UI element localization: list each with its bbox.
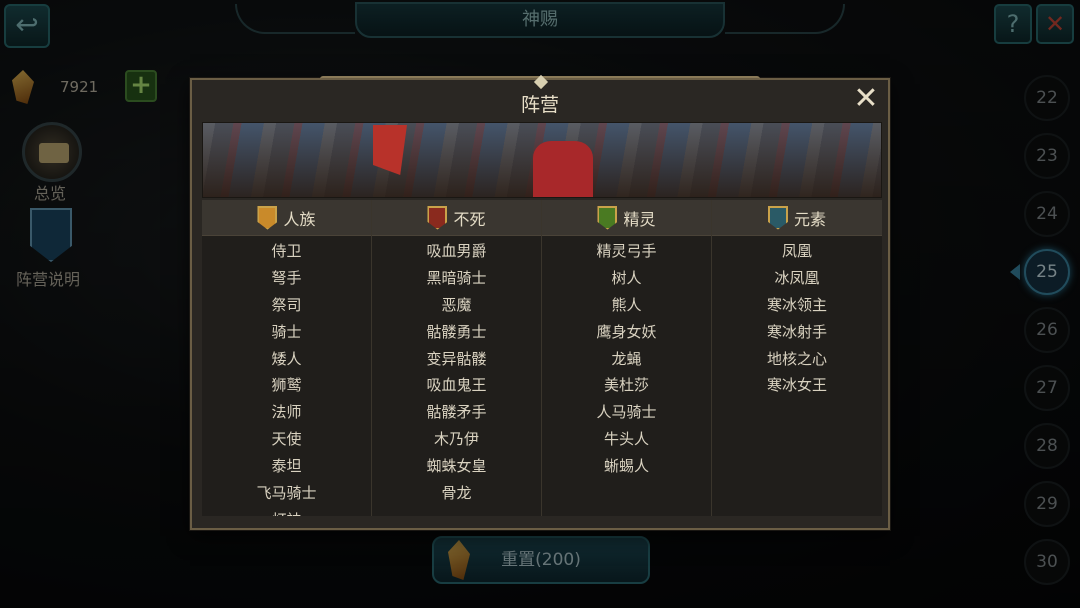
unit-list-item: 树人 — [611, 268, 642, 287]
unit-list-item: 木乃伊 — [433, 430, 479, 449]
unit-list-item: 吸血男爵 — [426, 242, 487, 260]
unit-list-item: 天使 — [271, 430, 302, 449]
unit-list-item: 鹰身女妖 — [596, 322, 657, 341]
unit-list-item: 变异骷髅 — [426, 349, 487, 368]
unit-list-item: 牛头人 — [603, 430, 649, 449]
unit-list-item: 弩手 — [271, 268, 302, 287]
faction-banner-image — [202, 122, 882, 198]
unit-list-item: 地核之心 — [766, 349, 827, 368]
unit-list-item: 精灵弓手 — [596, 242, 657, 260]
unit-list-item: 龙蝇 — [611, 349, 642, 368]
faction-modal: 阵营 ✕ 人族 侍卫 弩手 祭司 骑士 矮人 狮鹫 法师 天使 泰坦 飞马骑士 … — [190, 74, 890, 530]
column-header-label: 不死 — [453, 209, 486, 229]
faction-table: 人族 侍卫 弩手 祭司 骑士 矮人 狮鹫 法师 天使 泰坦 飞马骑士 灯神 不死 — [202, 200, 882, 516]
unit-list-item: 蜥蜴人 — [603, 457, 649, 476]
unit-list-item: 黑暗骑士 — [426, 268, 487, 287]
modal-close-button[interactable]: ✕ — [852, 84, 880, 114]
unit-list-item: 祭司 — [271, 295, 302, 314]
faction-column-element: 元素 凤凰 冰凤凰 寒冰领主 寒冰射手 地核之心 寒冰女王 — [712, 200, 882, 516]
unit-list-item: 泰坦 — [271, 457, 302, 476]
unit-list-item: 熊人 — [611, 295, 642, 314]
faction-column-undead: 不死 吸血男爵 黑暗骑士 恶魔 骷髅勇士 变异骷髅 吸血鬼王 骷髅矛手 木乃伊 … — [372, 200, 542, 516]
unit-list-item: 寒冰射手 — [766, 322, 827, 341]
column-header: 元素 — [712, 200, 882, 236]
unit-list-item: 法师 — [271, 403, 302, 422]
unit-list-item: 侍卫 — [271, 242, 302, 260]
unit-list-item: 蜘蛛女皇 — [426, 457, 487, 476]
unit-list-item: 寒冰女王 — [766, 376, 827, 395]
undead-faction-icon — [427, 205, 448, 230]
column-header: 精灵 — [542, 200, 711, 236]
close-x-icon: ✕ — [853, 81, 879, 116]
unit-list-item: 凤凰 — [781, 242, 812, 260]
column-header-label: 人族 — [283, 209, 316, 229]
unit-list-item: 吸血鬼王 — [426, 376, 487, 395]
column-header: 不死 — [372, 200, 541, 236]
unit-list-item: 骑士 — [271, 322, 302, 341]
human-faction-icon — [257, 205, 278, 230]
unit-list-item: 矮人 — [271, 349, 302, 368]
unit-list-item: 骷髅矛手 — [426, 403, 487, 422]
unit-list-item: 美杜莎 — [603, 376, 649, 395]
element-faction-icon — [767, 205, 788, 230]
faction-column-elf: 精灵 精灵弓手 树人 熊人 鹰身女妖 龙蝇 美杜莎 人马骑士 牛头人 蜥蜴人 — [542, 200, 712, 516]
column-header-label: 元素 — [793, 209, 826, 229]
unit-list-item: 恶魔 — [441, 295, 472, 314]
unit-list-item: 骷髅勇士 — [426, 322, 487, 341]
modal-title: 阵营 — [520, 94, 559, 116]
faction-column-human: 人族 侍卫 弩手 祭司 骑士 矮人 狮鹫 法师 天使 泰坦 飞马骑士 灯神 — [202, 200, 372, 516]
unit-list-item: 飞马骑士 — [256, 484, 317, 503]
unit-list-item: 灯神 — [202, 507, 371, 516]
column-header-label: 精灵 — [623, 209, 656, 229]
column-header: 人族 — [202, 200, 371, 236]
unit-list-item: 寒冰领主 — [766, 295, 827, 314]
unit-list-item: 狮鹫 — [271, 376, 302, 395]
unit-list-item: 骨龙 — [441, 484, 472, 503]
elf-faction-icon — [597, 205, 618, 230]
unit-list-item: 冰凤凰 — [774, 268, 820, 287]
unit-list-item: 人马骑士 — [596, 403, 657, 422]
